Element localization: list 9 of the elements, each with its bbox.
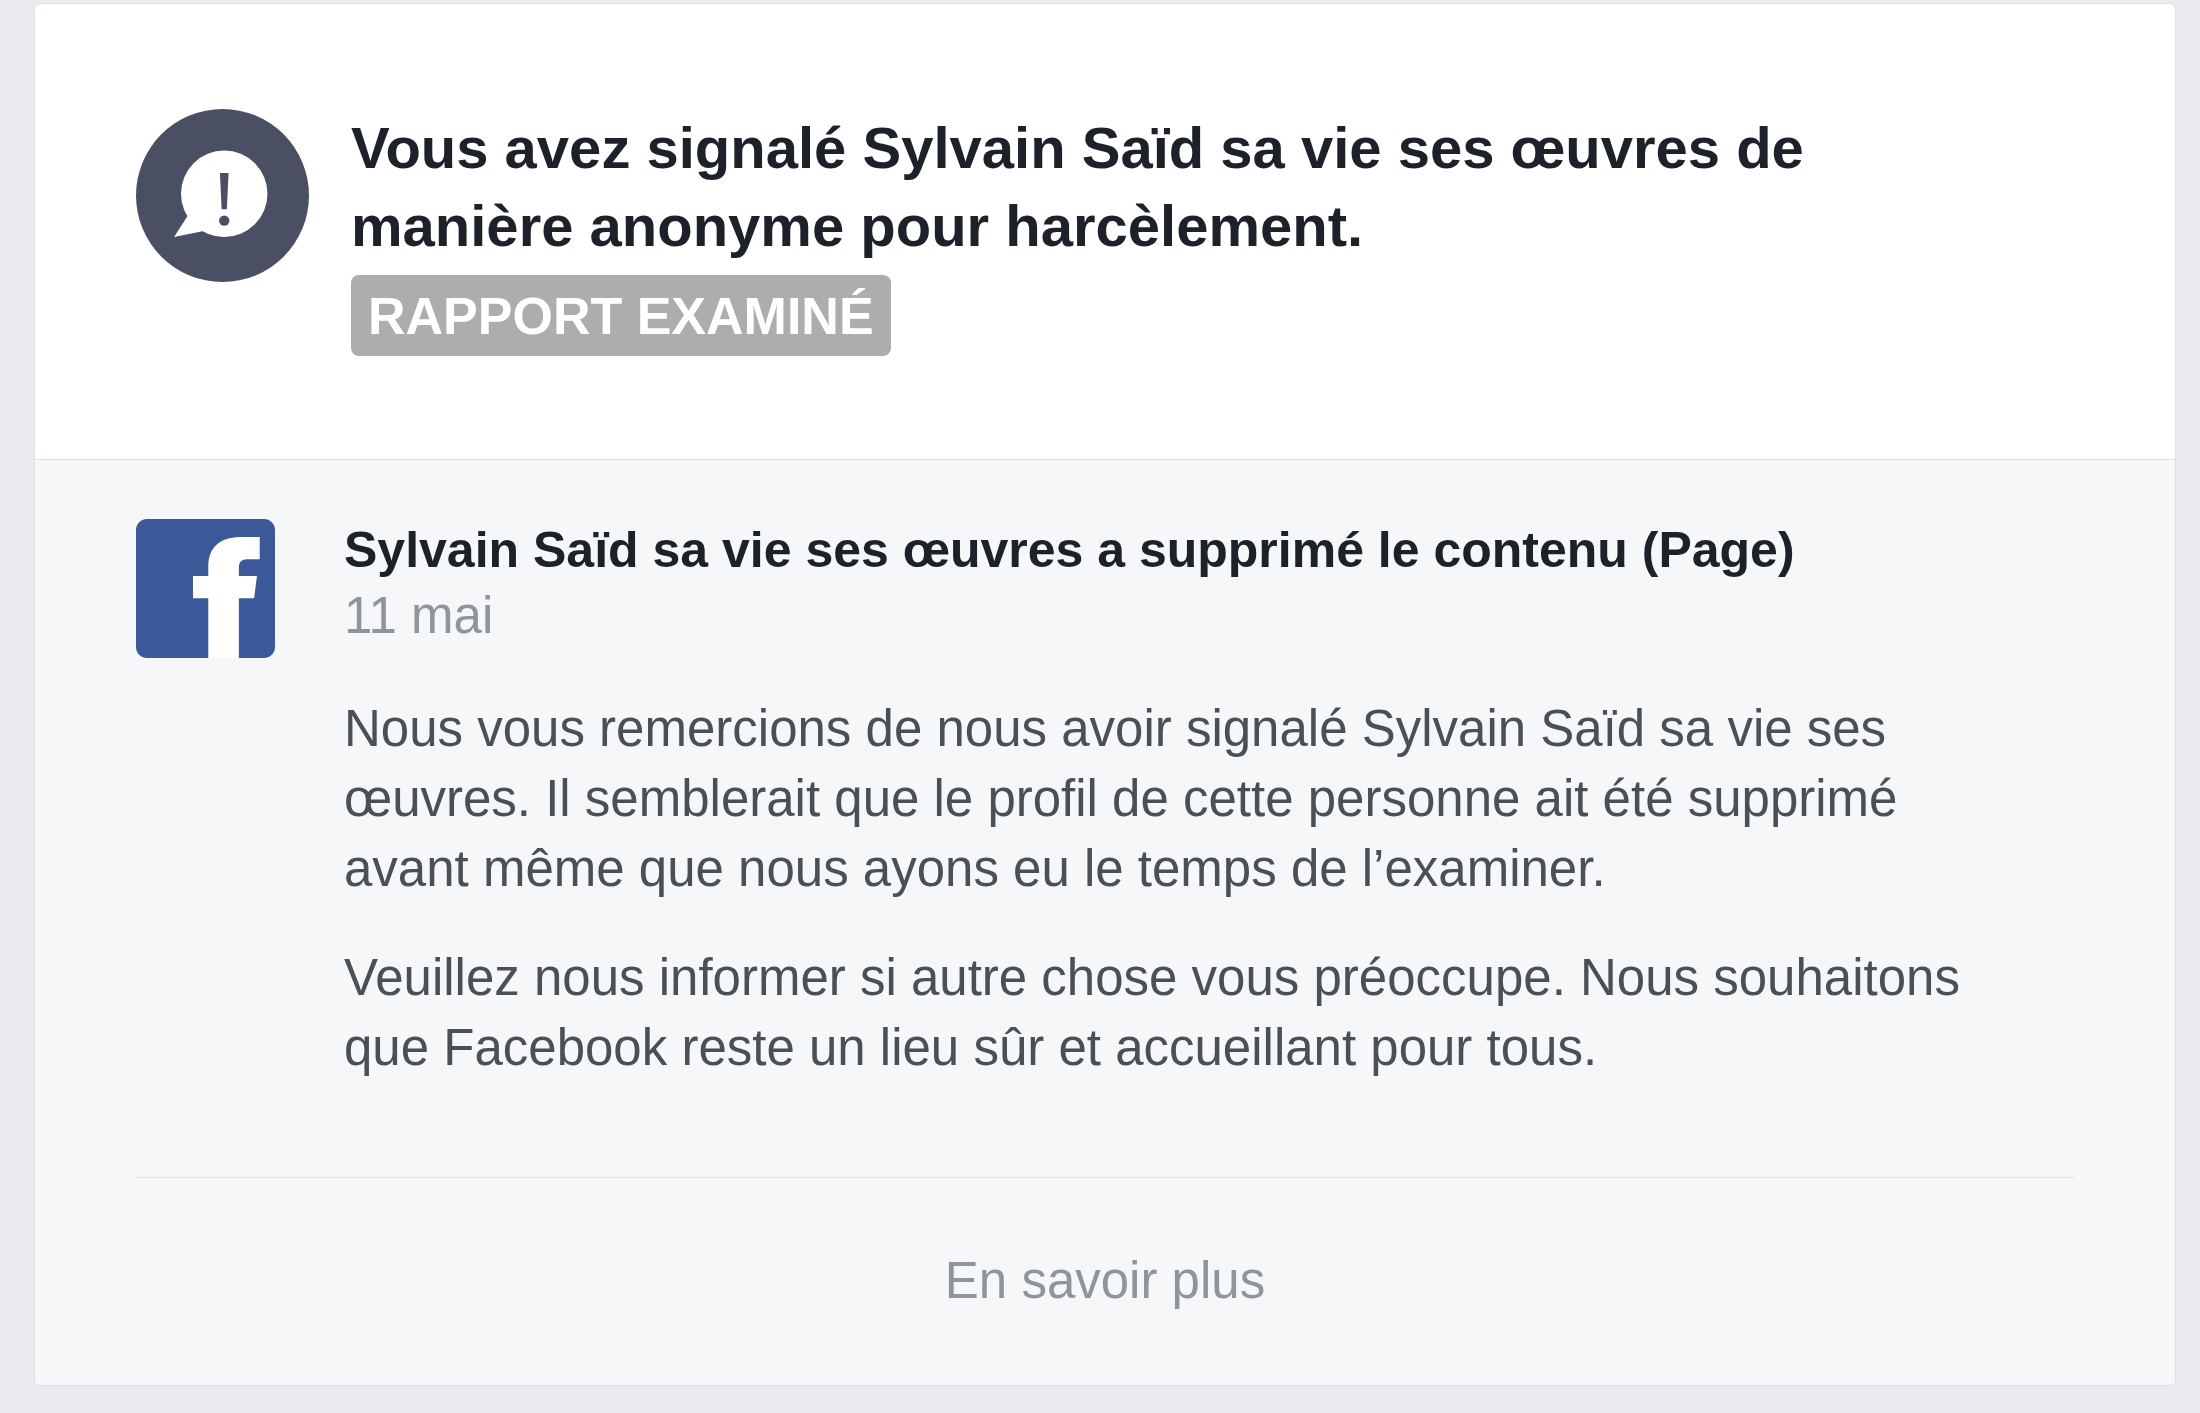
report-heading: Vous avez signalé Sylvain Saïd sa vie ses œuvres de manière anonyme pour harcèlement. xyxy=(351,114,1805,260)
message-paragraph: Nous vous remercions de nous avoir signalé Sylvain Saïd sa vie ses œuvres. Il semblerait que le profil de cette personne ait été supprimé avant même que nous ayons eu le temps de l’examiner. xyxy=(344,699,1899,899)
alert-bubble-icon xyxy=(136,109,309,282)
status-badge: RAPPORT EXAMINÉ xyxy=(351,275,891,356)
update-title: Sylvain Saïd sa vie ses œuvres a supprimé le contenu (Page) xyxy=(344,521,1796,580)
learn-more-link[interactable]: En savoir plus xyxy=(944,1252,1266,1309)
update-date: 11 mai xyxy=(344,586,495,646)
f-logo-icon xyxy=(136,519,275,658)
message-paragraph: Veuillez nous informer si autre chose vous préoccupe. Nous souhaitons que Facebook reste un lieu sûr et accueillant pour tous. xyxy=(344,948,1961,1078)
